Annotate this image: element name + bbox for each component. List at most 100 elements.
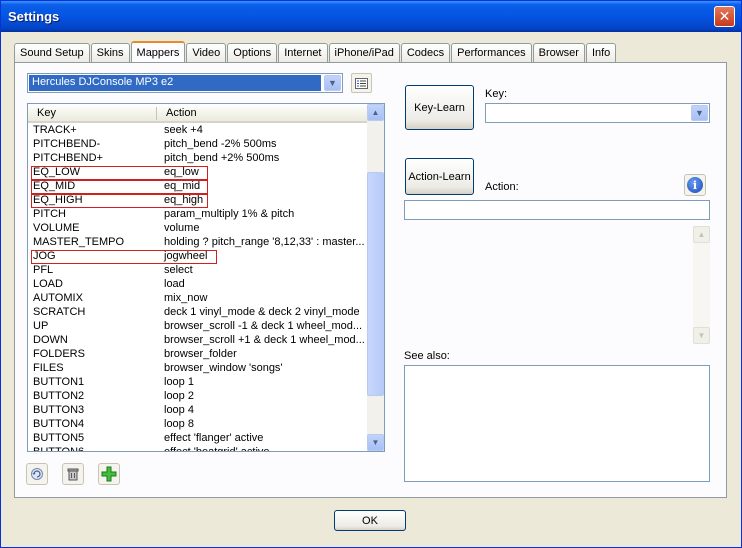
table-row[interactable]: TRACK+ seek +4 bbox=[28, 124, 368, 138]
scroll-down-icon[interactable]: ▼ bbox=[367, 434, 384, 451]
row-key: TRACK+ bbox=[33, 124, 77, 136]
key-learn-button[interactable]: Key-Learn bbox=[405, 85, 474, 130]
row-key: BUTTON2 bbox=[33, 390, 85, 402]
tab-label: Internet bbox=[284, 47, 322, 59]
mapping-list[interactable]: Key Action TRACK+ seek +4 PITCHBEND-pitch_… bbox=[27, 103, 385, 452]
action-help-scrollbar[interactable]: ▲ ▼ bbox=[693, 226, 710, 344]
chevron-down-icon[interactable]: ▼ bbox=[691, 105, 708, 121]
table-row[interactable]: BUTTON5 effect 'flanger' active bbox=[28, 432, 368, 446]
table-row[interactable]: PITCHBEND+ pitch_bend +2% 500ms bbox=[28, 152, 368, 166]
row-action: browser_window 'songs' bbox=[164, 362, 283, 374]
reset-button[interactable] bbox=[26, 463, 48, 485]
tab-mappers[interactable]: Mappers bbox=[130, 41, 186, 63]
action-input[interactable] bbox=[404, 200, 710, 220]
annotation-box-eq-low bbox=[31, 166, 208, 180]
tab-label: Skins bbox=[96, 47, 124, 59]
device-selected-value: Hercules DJConsole MP3 e2 bbox=[29, 75, 321, 91]
row-key: FILES bbox=[33, 362, 64, 374]
row-action: loop 2 bbox=[164, 390, 194, 402]
row-action: load bbox=[164, 278, 185, 290]
table-row[interactable]: UP browser_scroll -1 & deck 1 wheel_mod..… bbox=[28, 320, 368, 334]
table-row[interactable]: SCRATCH deck 1 vinyl_mode & deck 2 vinyl_… bbox=[28, 306, 368, 320]
scroll-up-icon[interactable]: ▲ bbox=[693, 226, 710, 243]
row-key: LOAD bbox=[33, 278, 63, 290]
tab-skins[interactable]: Skins bbox=[90, 43, 130, 62]
see-also-box[interactable] bbox=[404, 365, 710, 482]
column-header-action[interactable]: Action bbox=[166, 107, 197, 119]
delete-button[interactable] bbox=[62, 463, 84, 485]
see-also-label: See also: bbox=[404, 350, 450, 362]
table-row[interactable]: PITCH param_multiply 1% & pitch bbox=[28, 208, 368, 222]
row-key: AUTOMIX bbox=[33, 292, 83, 304]
scroll-up-icon[interactable]: ▲ bbox=[367, 104, 384, 121]
row-key: FOLDERS bbox=[33, 348, 85, 360]
tab-iphone-ipad[interactable]: iPhone/iPad bbox=[328, 43, 400, 62]
title-bar[interactable]: Settings ✕ bbox=[1, 1, 741, 32]
tab-info[interactable]: Info bbox=[585, 43, 617, 62]
row-key: PFL bbox=[33, 264, 54, 276]
table-row[interactable]: PITCHBEND-pitch_bend -2% 500ms bbox=[28, 138, 368, 152]
add-button[interactable] bbox=[98, 463, 120, 485]
row-action: loop 8 bbox=[164, 418, 194, 430]
tab-internet[interactable]: Internet bbox=[278, 43, 328, 62]
key-combo[interactable]: ▼ bbox=[485, 103, 710, 123]
table-row[interactable]: BUTTON4 loop 8 bbox=[28, 418, 368, 432]
tab-label: Browser bbox=[538, 47, 579, 59]
table-row[interactable]: BUTTON6 effect 'beatgrid' active bbox=[28, 446, 368, 452]
annotation-box-jog bbox=[31, 250, 217, 264]
info-icon: i bbox=[687, 177, 703, 193]
tab-browser[interactable]: Browser bbox=[532, 43, 585, 62]
table-row[interactable]: BUTTON3 loop 4 bbox=[28, 404, 368, 418]
scroll-down-icon[interactable]: ▼ bbox=[693, 327, 710, 344]
close-icon: ✕ bbox=[718, 8, 731, 24]
row-key: DOWN bbox=[33, 334, 68, 346]
row-key: PITCHBEND- bbox=[33, 138, 101, 150]
table-row[interactable]: FILES browser_window 'songs' bbox=[28, 362, 368, 376]
row-key: BUTTON1 bbox=[33, 376, 85, 388]
tab-label: Mappers bbox=[136, 47, 180, 59]
row-action: param_multiply 1% & pitch bbox=[164, 208, 295, 220]
row-action: holding ? pitch_range '8,12,33' : master… bbox=[164, 236, 365, 248]
mapper-options-button[interactable] bbox=[351, 73, 372, 93]
tab-codecs[interactable]: Codecs bbox=[400, 43, 451, 62]
column-header-key[interactable]: Key bbox=[37, 107, 56, 119]
row-action: pitch_bend +2% 500ms bbox=[164, 152, 280, 164]
info-button[interactable]: i bbox=[684, 174, 706, 196]
row-action: effect 'beatgrid' active bbox=[164, 446, 270, 452]
row-action: browser_scroll +1 & deck 1 wheel_mod... bbox=[164, 334, 365, 346]
row-action: mix_now bbox=[164, 292, 208, 304]
table-row[interactable]: MASTER_TEMPO holding ? pitch_range '8,12,… bbox=[28, 236, 368, 250]
chevron-down-icon[interactable]: ▼ bbox=[324, 75, 341, 91]
tab-strip: Sound Setup Skins Mappers Video Options … bbox=[14, 41, 617, 63]
add-icon bbox=[101, 466, 117, 482]
table-row[interactable]: PFL select bbox=[28, 264, 368, 278]
action-learn-label: Action-Learn bbox=[408, 170, 471, 183]
tab-label: iPhone/iPad bbox=[334, 47, 394, 59]
list-icon bbox=[355, 77, 368, 89]
row-key: BUTTON5 bbox=[33, 432, 85, 444]
tab-options[interactable]: Options bbox=[227, 43, 278, 62]
tab-video[interactable]: Video bbox=[186, 43, 227, 62]
row-action: browser_scroll -1 & deck 1 wheel_mod... bbox=[164, 320, 363, 332]
row-action: loop 4 bbox=[164, 404, 194, 416]
tab-sound-setup[interactable]: Sound Setup bbox=[14, 43, 90, 62]
device-dropdown[interactable]: Hercules DJConsole MP3 e2 ▼ bbox=[27, 73, 343, 93]
scroll-thumb[interactable] bbox=[367, 172, 384, 396]
row-action: loop 1 bbox=[164, 376, 194, 388]
table-row[interactable]: LOAD load bbox=[28, 278, 368, 292]
row-key: SCRATCH bbox=[33, 306, 86, 318]
tab-performances[interactable]: Performances bbox=[451, 43, 532, 62]
ok-button[interactable]: OK bbox=[334, 510, 406, 531]
action-learn-button[interactable]: Action-Learn bbox=[405, 158, 474, 195]
table-row[interactable]: VOLUME volume bbox=[28, 222, 368, 236]
list-scrollbar[interactable]: ▲ ▼ bbox=[367, 104, 384, 451]
column-divider[interactable] bbox=[156, 107, 157, 120]
close-button[interactable]: ✕ bbox=[714, 6, 735, 27]
table-row[interactable]: FOLDERS browser_folder bbox=[28, 348, 368, 362]
table-row[interactable]: DOWN browser_scroll +1 & deck 1 wheel_mod… bbox=[28, 334, 368, 348]
action-label: Action: bbox=[485, 181, 519, 193]
table-row[interactable]: AUTOMIX mix_now bbox=[28, 292, 368, 306]
table-row[interactable]: BUTTON2 loop 2 bbox=[28, 390, 368, 404]
table-row[interactable]: BUTTON1 loop 1 bbox=[28, 376, 368, 390]
row-key: PITCH bbox=[33, 208, 66, 220]
